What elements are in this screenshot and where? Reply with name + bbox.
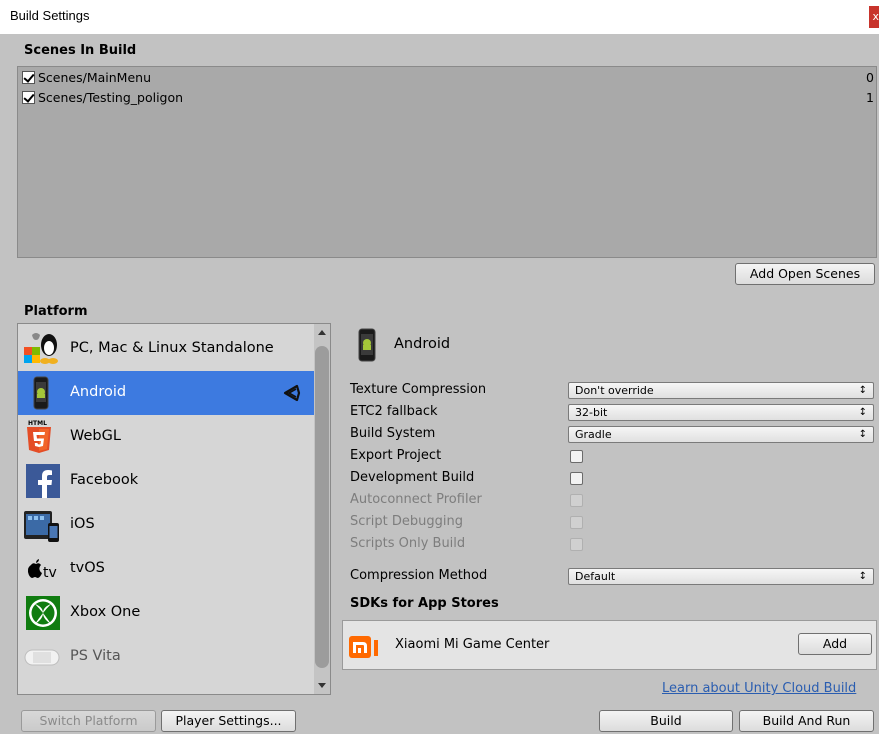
scene-include-checkbox[interactable] [22, 71, 35, 84]
psvita-icon [24, 649, 60, 666]
platform-item-xbox-one[interactable]: Xbox One [18, 591, 314, 635]
platform-header: Platform [24, 304, 88, 319]
switch-platform-button[interactable]: Switch Platform [21, 710, 156, 732]
export-project-checkbox[interactable] [570, 450, 583, 463]
add-sdk-button[interactable]: Add [798, 633, 872, 655]
platform-list[interactable]: PC, Mac & Linux Standalone Android HTML … [17, 323, 331, 695]
window-titlebar: Build Settings x [0, 0, 879, 34]
scene-name: Scenes/Testing_poligon [38, 90, 184, 105]
development-build-checkbox[interactable] [570, 472, 583, 485]
setting-label: Development Build [350, 470, 475, 485]
scene-row[interactable]: Scenes/Testing_poligon 1 [20, 88, 874, 108]
build-button[interactable]: Build [599, 710, 733, 732]
platform-item-ios[interactable]: iOS [18, 503, 314, 547]
setting-label: Scripts Only Build [350, 536, 466, 551]
build-system-dropdown[interactable]: Gradle ↕ [568, 426, 874, 443]
build-and-run-button[interactable]: Build And Run [739, 710, 874, 732]
platform-label: PS Vita [70, 648, 121, 664]
android-phone-icon [33, 376, 49, 410]
scene-include-checkbox[interactable] [22, 91, 35, 104]
scene-index: 0 [866, 70, 874, 85]
platform-label: Xbox One [70, 604, 141, 620]
scrollbar-thumb[interactable] [315, 346, 329, 668]
platform-label: Facebook [70, 472, 139, 488]
xiaomi-mi-icon [349, 636, 378, 658]
scenes-list[interactable]: Scenes/MainMenu 0 Scenes/Testing_poligon… [17, 66, 877, 258]
html5-icon: HTML [27, 420, 51, 453]
autoconnect-profiler-checkbox [570, 494, 583, 507]
scene-name: Scenes/MainMenu [38, 70, 151, 85]
close-button[interactable]: x [869, 6, 879, 28]
scripts-only-build-checkbox [570, 538, 583, 551]
dropdown-caret-icon: ↕ [858, 571, 867, 582]
setting-label: Compression Method [350, 568, 488, 583]
sdk-name: Xiaomi Mi Game Center [395, 637, 550, 652]
platform-item-ps-vita[interactable]: PS Vita [18, 635, 314, 679]
appletv-icon: tv [27, 559, 57, 581]
platform-item-standalone[interactable]: PC, Mac & Linux Standalone [18, 327, 314, 371]
scene-row[interactable]: Scenes/MainMenu 0 [20, 68, 874, 88]
platform-label: PC, Mac & Linux Standalone [70, 340, 274, 356]
player-settings-button[interactable]: Player Settings... [161, 710, 296, 732]
android-phone-icon [358, 328, 376, 362]
dropdown-caret-icon: ↕ [858, 407, 867, 418]
add-open-scenes-button[interactable]: Add Open Scenes [735, 263, 875, 285]
setting-label: Build System [350, 426, 436, 441]
window-title: Build Settings [10, 8, 90, 23]
scenes-in-build-header: Scenes In Build [24, 43, 137, 58]
etc2-fallback-dropdown[interactable]: 32-bit ↕ [568, 404, 874, 421]
setting-label: Export Project [350, 448, 442, 463]
dropdown-value: Gradle [575, 428, 612, 441]
platform-label: tvOS [70, 560, 105, 576]
platform-label: WebGL [70, 428, 121, 444]
ios-devices-icon [24, 511, 59, 542]
setting-label: Script Debugging [350, 514, 463, 529]
dropdown-value: 32-bit [575, 406, 608, 419]
dropdown-caret-icon: ↕ [858, 429, 867, 440]
dropdown-caret-icon: ↕ [858, 385, 867, 396]
setting-label: Autoconnect Profiler [350, 492, 482, 507]
setting-label: ETC2 fallback [350, 404, 438, 419]
platform-list-scrollbar[interactable] [314, 324, 330, 694]
tv-prefix: tv [43, 565, 57, 581]
platform-item-webgl[interactable]: HTML WebGL [18, 415, 314, 459]
texture-compression-dropdown[interactable]: Don't override ↕ [568, 382, 874, 399]
scene-index: 1 [866, 90, 874, 105]
platform-item-android[interactable]: Android [18, 371, 314, 415]
facebook-icon [26, 464, 60, 498]
selected-platform-title: Android [394, 336, 451, 352]
compression-method-dropdown[interactable]: Default ↕ [568, 568, 874, 585]
setting-label: Texture Compression [350, 382, 487, 397]
scroll-down-arrow-icon[interactable] [318, 683, 326, 688]
platform-label: Android [70, 384, 127, 400]
android-settings-panel: Android Texture Compression Don't overri… [340, 323, 879, 703]
platform-item-facebook[interactable]: Facebook [18, 459, 314, 503]
script-debugging-checkbox [570, 516, 583, 529]
platform-item-tvos[interactable]: tv tvOS [18, 547, 314, 591]
sdk-entry: Xiaomi Mi Game Center Add [342, 620, 877, 670]
xbox-icon [26, 596, 60, 630]
svg-text:HTML: HTML [28, 420, 47, 427]
platform-label: iOS [70, 516, 95, 532]
sdks-header: SDKs for App Stores [350, 596, 499, 611]
unity-cloud-build-link[interactable]: Learn about Unity Cloud Build [662, 681, 856, 696]
dropdown-value: Don't override [575, 384, 654, 397]
scroll-up-arrow-icon[interactable] [318, 330, 326, 335]
standalone-icon [24, 333, 58, 364]
dropdown-value: Default [575, 570, 616, 583]
unity-logo-icon [283, 384, 301, 402]
